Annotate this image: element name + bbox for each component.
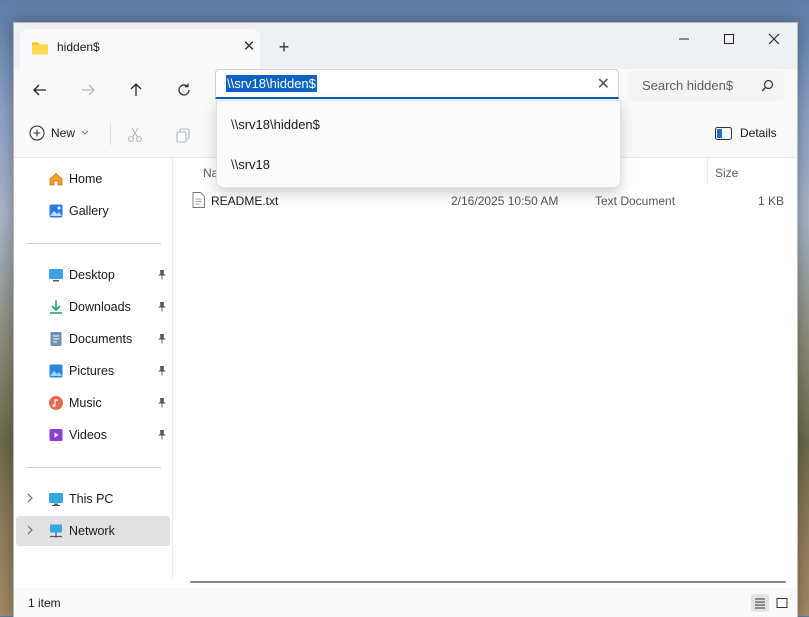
sidebar-item-gallery[interactable]: Gallery [16, 196, 170, 226]
sidebar-item-label: Network [69, 524, 115, 538]
address-bar[interactable]: \\srv18\hidden$ ✕ [215, 69, 619, 99]
pin-icon[interactable] [157, 397, 167, 411]
up-button[interactable] [120, 74, 152, 106]
suggestion-item[interactable]: \\srv18 [231, 157, 270, 172]
tiles-view-icon [776, 598, 788, 608]
pin-icon[interactable] [157, 301, 167, 315]
list-view-icon [755, 598, 765, 609]
suggestion-item[interactable]: \\srv18\hidden$ [231, 117, 320, 132]
chevron-right-icon[interactable] [25, 492, 35, 507]
divider [27, 467, 161, 468]
file-type: Text Document [595, 194, 676, 208]
details-pane-icon [715, 126, 732, 140]
sidebar-item-pictures[interactable]: Pictures [16, 356, 170, 386]
clear-address-button[interactable]: ✕ [597, 74, 610, 94]
desktop-icon [48, 267, 64, 286]
document-icon [48, 331, 64, 350]
sidebar-item-label: This PC [69, 492, 114, 506]
gallery-icon [48, 203, 64, 222]
minimize-button[interactable] [661, 25, 707, 53]
folder-icon [31, 40, 49, 59]
file-modified: 2/16/2025 10:50 AM [451, 194, 559, 208]
copy-icon[interactable] [175, 127, 191, 146]
plus-circle-icon [29, 125, 45, 141]
refresh-icon [178, 83, 190, 96]
tab-close-button[interactable]: ✕ [238, 36, 260, 58]
pin-icon[interactable] [157, 333, 167, 347]
file-row[interactable]: README.txt 2/16/2025 10:50 AM Text Docum… [173, 190, 797, 212]
sidebar-item-home[interactable]: Home [16, 164, 170, 194]
video-icon [48, 427, 64, 446]
sidebar-item-documents[interactable]: Documents [16, 324, 170, 354]
sidebar-item-label: Pictures [69, 364, 115, 378]
chevron-right-icon[interactable] [25, 524, 35, 539]
file-list: Name Type Size README.txt 2/16/2025 10:5… [173, 158, 797, 583]
item-count: 1 item [28, 596, 61, 610]
pin-icon[interactable] [157, 429, 167, 443]
file-name: README.txt [211, 194, 279, 208]
details-view-button[interactable] [751, 594, 769, 612]
sidebar-item-label: Documents [69, 332, 133, 346]
minimize-icon [679, 38, 689, 40]
tab-title: hidden$ [57, 40, 100, 54]
sidebar-item-videos[interactable]: Videos [16, 420, 170, 450]
maximize-button[interactable] [706, 25, 752, 53]
pictures-icon [48, 363, 64, 382]
new-button[interactable]: New [29, 125, 89, 141]
cut-icon[interactable] [127, 127, 143, 146]
sidebar-item-this-pc[interactable]: This PC [16, 484, 170, 514]
forward-button[interactable] [72, 74, 104, 106]
file-size: 1 KB [758, 194, 785, 208]
search-icon [761, 79, 774, 95]
network-icon [48, 523, 64, 542]
maximize-icon [724, 34, 734, 44]
arrow-left-icon [33, 84, 46, 96]
divider [27, 243, 161, 244]
sidebar-item-label: Downloads [69, 300, 131, 314]
file-explorer-window: hidden$ ✕ + \\srv18\hidden$ ✕ Search hid… [13, 22, 798, 617]
search-input[interactable]: Search hidden$ [642, 78, 733, 93]
new-tab-button[interactable]: + [272, 36, 296, 60]
details-label: Details [740, 126, 777, 140]
status-bar: 1 item [14, 588, 797, 617]
navigation-pane: Home Gallery Desktop Downloads Documents… [14, 158, 173, 579]
sidebar-item-network[interactable]: Network [16, 516, 170, 546]
text-file-icon [192, 192, 205, 211]
home-icon [48, 171, 64, 190]
computer-icon [48, 491, 64, 510]
address-input[interactable]: \\srv18\hidden$ [226, 75, 317, 92]
tab-strip: hidden$ ✕ + [14, 23, 797, 69]
pin-icon[interactable] [157, 365, 167, 379]
tab-hidden[interactable]: hidden$ ✕ [20, 29, 260, 69]
arrow-up-icon [130, 83, 142, 96]
sidebar-item-label: Videos [69, 428, 107, 442]
address-suggestions: \\srv18\hidden$ \\srv18 [216, 100, 621, 188]
column-divider[interactable] [707, 158, 708, 184]
tiles-view-button[interactable] [773, 594, 791, 612]
music-icon [48, 395, 64, 414]
refresh-button[interactable] [168, 74, 200, 106]
back-button[interactable] [24, 74, 56, 106]
divider [110, 123, 111, 145]
arrow-right-icon [82, 84, 95, 96]
close-window-button[interactable] [751, 25, 797, 53]
download-icon [48, 299, 64, 318]
new-label: New [51, 126, 76, 140]
sidebar-item-downloads[interactable]: Downloads [16, 292, 170, 322]
sidebar-item-desktop[interactable]: Desktop [16, 260, 170, 290]
horizontal-scrollbar[interactable] [190, 581, 786, 583]
pin-icon[interactable] [157, 269, 167, 283]
sidebar-item-label: Gallery [69, 204, 109, 218]
details-button[interactable]: Details [715, 126, 777, 140]
sidebar-item-label: Home [69, 172, 103, 186]
sidebar-item-label: Music [69, 396, 102, 410]
sidebar-item-label: Desktop [69, 268, 115, 282]
sidebar-item-music[interactable]: Music [16, 388, 170, 418]
chevron-down-icon [81, 130, 89, 135]
close-icon [768, 33, 780, 45]
search-box[interactable]: Search hidden$ [628, 71, 784, 101]
